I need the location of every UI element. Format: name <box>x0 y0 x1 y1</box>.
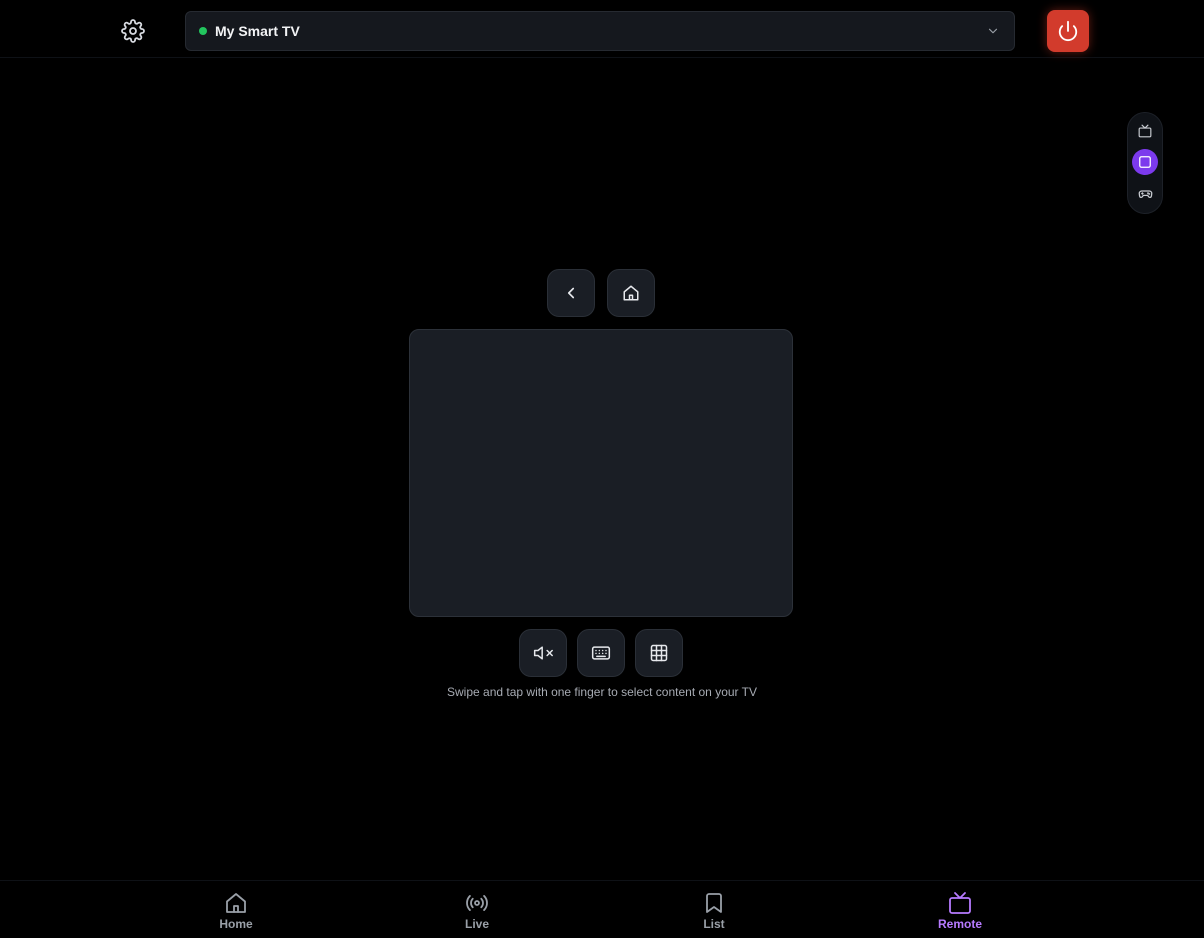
nav-live[interactable]: Live <box>437 891 517 931</box>
mode-gamepad-button[interactable] <box>1132 180 1158 206</box>
tv-icon <box>1138 124 1152 138</box>
nav-home[interactable]: Home <box>196 891 276 931</box>
mode-trackpad-button[interactable] <box>1132 149 1158 175</box>
back-button[interactable] <box>547 269 595 317</box>
nav-home-label: Home <box>219 917 253 931</box>
device-selector[interactable]: My Smart TV <box>185 11 1015 51</box>
mode-tv-button[interactable] <box>1132 118 1158 144</box>
gamepad-icon <box>1138 189 1152 198</box>
grid-icon <box>650 644 668 662</box>
bottom-navigation: Home Live List Remote <box>0 880 1204 938</box>
keyboard-icon <box>591 646 611 660</box>
device-name: My Smart TV <box>215 23 300 39</box>
home-icon <box>623 285 639 301</box>
power-button[interactable] <box>1047 10 1089 52</box>
bookmark-icon <box>706 893 722 913</box>
power-icon <box>1058 20 1078 42</box>
home-button[interactable] <box>607 269 655 317</box>
nav-list-label: List <box>703 917 725 931</box>
settings-button[interactable] <box>117 15 149 47</box>
gear-icon <box>121 19 145 43</box>
connection-status-dot <box>199 27 207 35</box>
mute-icon <box>533 646 553 660</box>
top-bar: My Smart TV <box>0 0 1204 58</box>
home-icon <box>226 893 246 913</box>
trackpad-surface[interactable] <box>409 329 793 617</box>
tv-icon <box>949 892 971 914</box>
broadcast-icon <box>466 895 488 911</box>
chevron-down-icon <box>988 28 998 34</box>
keyboard-button[interactable] <box>577 629 625 677</box>
mute-button[interactable] <box>519 629 567 677</box>
nav-list[interactable]: List <box>674 891 754 931</box>
nav-live-label: Live <box>464 917 489 931</box>
nav-remote-label: Remote <box>937 917 982 931</box>
apps-grid-button[interactable] <box>635 629 683 677</box>
trackpad-hint: Swipe and tap with one finger to select … <box>447 685 757 699</box>
chevron-left-icon <box>567 287 575 299</box>
remote-mode-switch <box>1127 112 1163 214</box>
trackpad-icon <box>1139 156 1151 168</box>
nav-remote[interactable]: Remote <box>920 891 1000 931</box>
